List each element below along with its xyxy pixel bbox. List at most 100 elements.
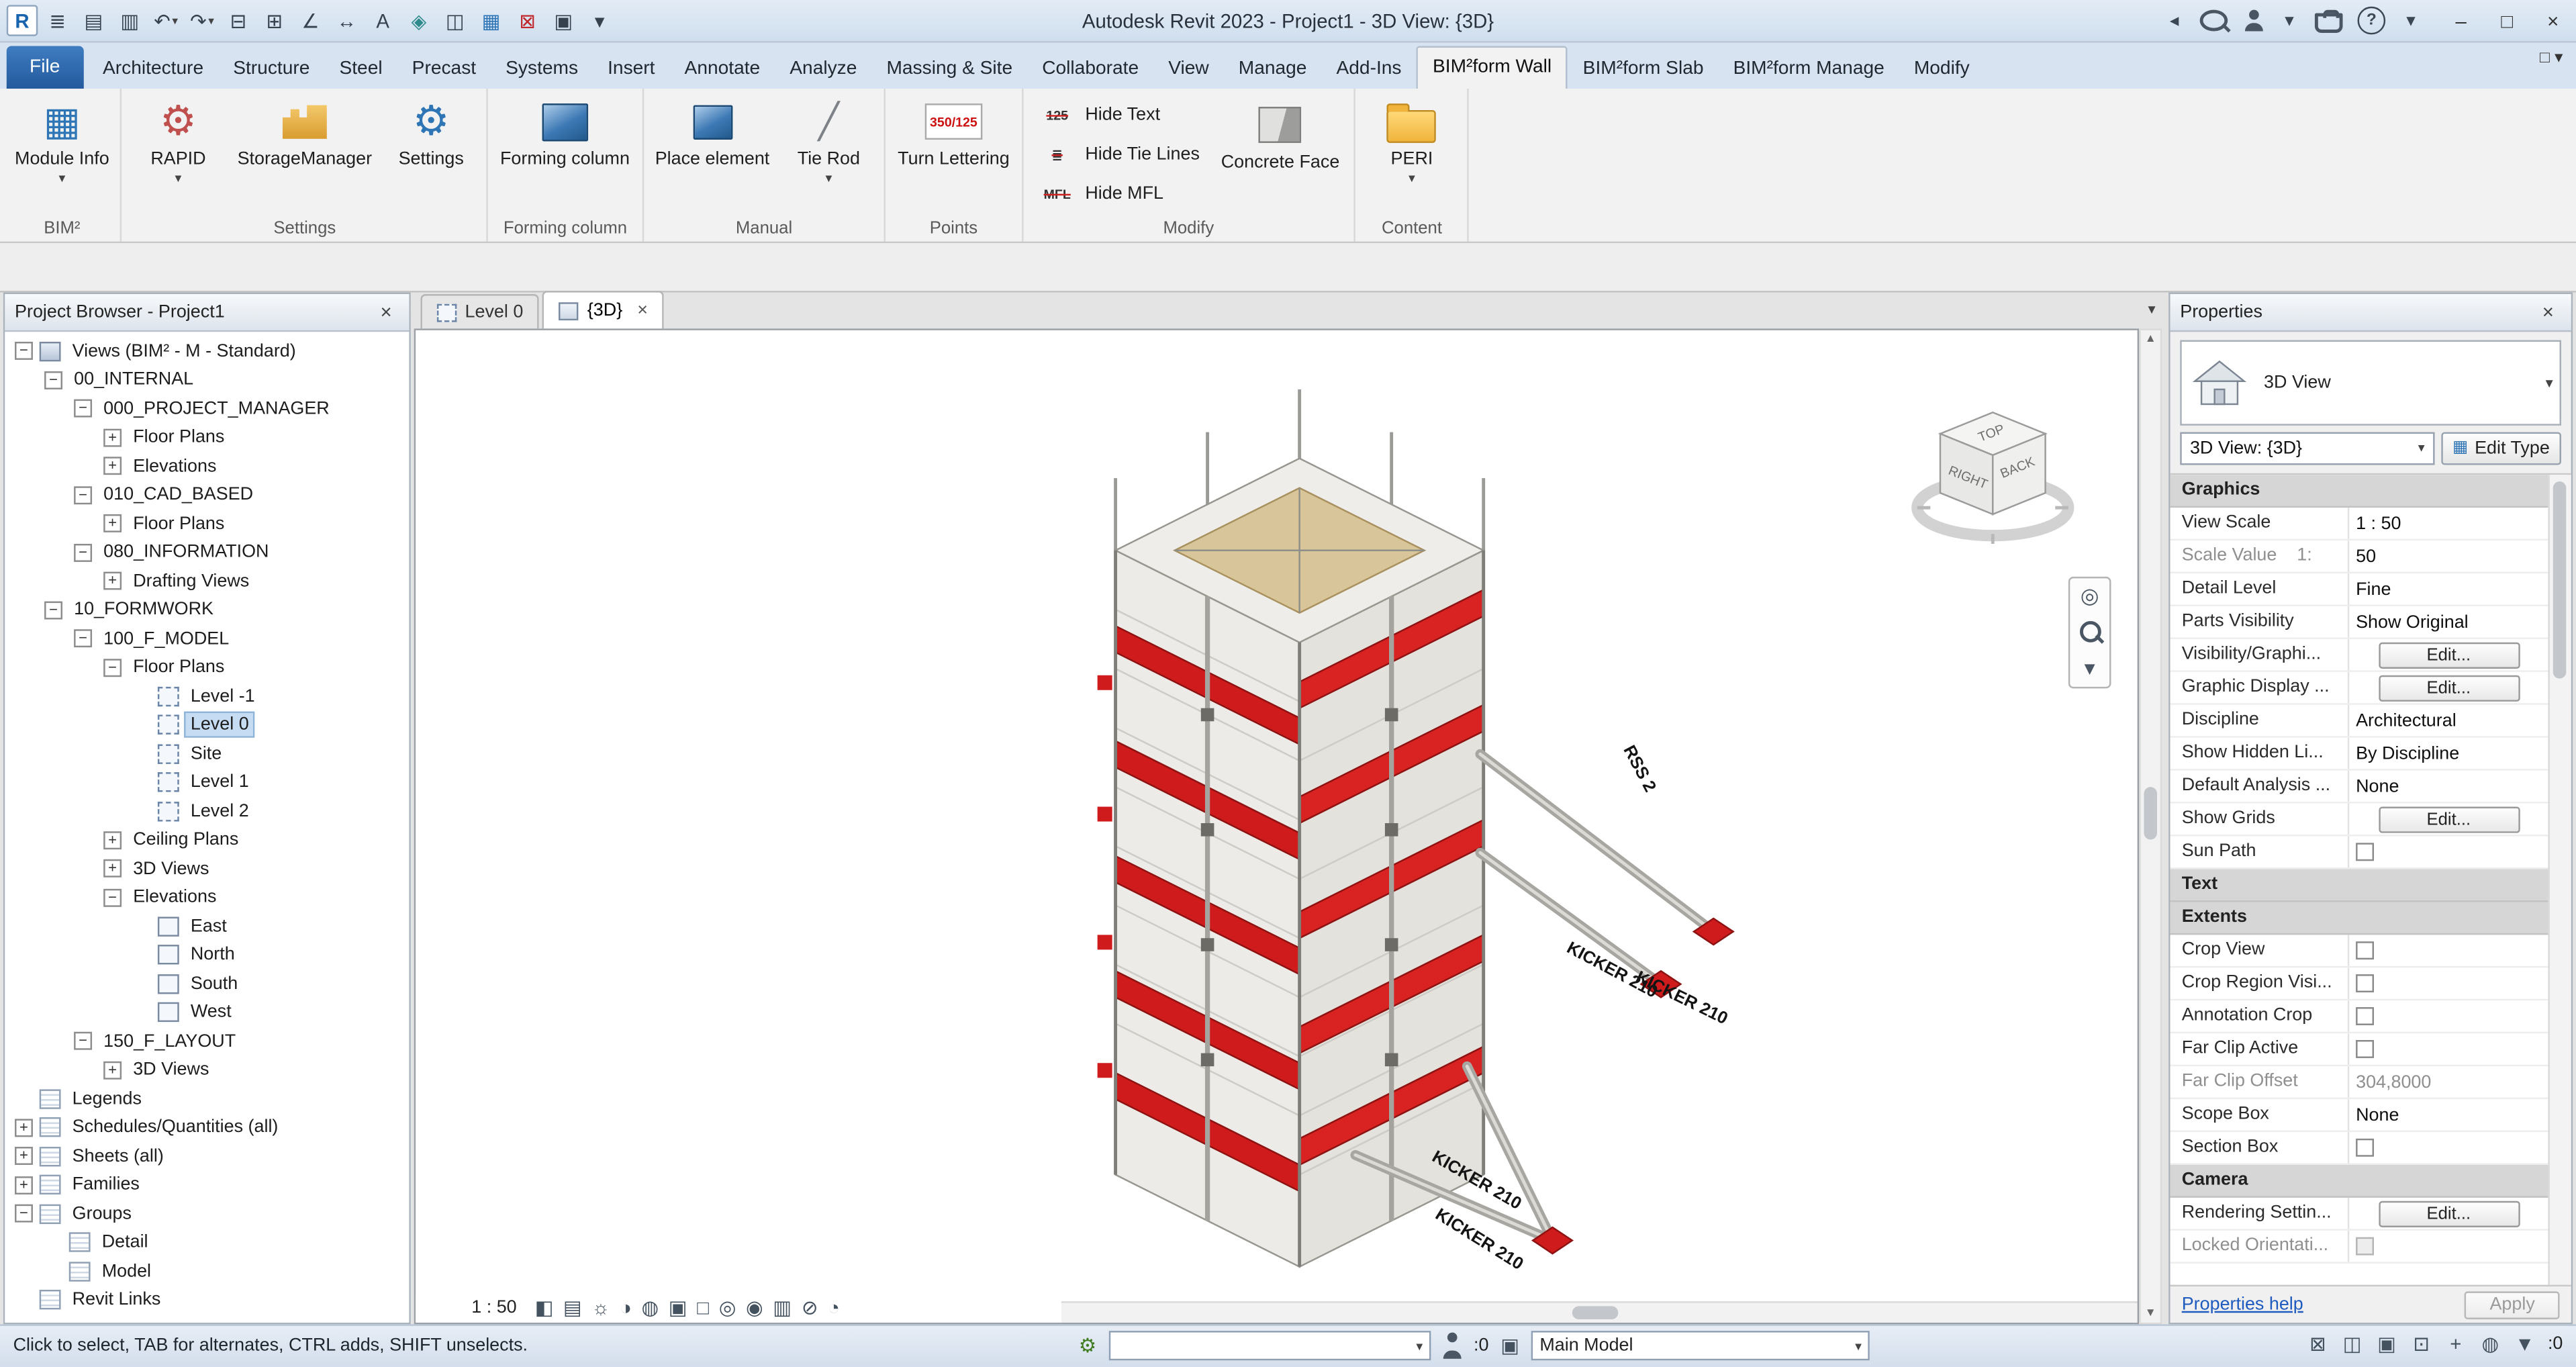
print-preview-icon[interactable]: ⊞	[258, 4, 291, 37]
navigation-bar-menu-icon[interactable]: ▾	[2073, 654, 2106, 684]
property-value[interactable]: 1 : 50 1 : 50	[2348, 508, 2548, 538]
undo-icon[interactable]: ↶▾	[150, 4, 183, 37]
temporary-hide-isolate-icon[interactable]: ◎	[719, 1297, 736, 1319]
open-icon[interactable]: ▤	[77, 4, 110, 37]
sign-in-icon[interactable]	[2242, 10, 2264, 32]
show-crop-region-icon[interactable]: □	[697, 1297, 709, 1319]
tree-item[interactable]: North	[5, 941, 409, 970]
ribbon-button[interactable]: StorageManager	[231, 92, 379, 217]
tree-item[interactable]: Level 1	[5, 768, 409, 797]
tree-item[interactable]: East	[5, 912, 409, 941]
crop-view-icon[interactable]: ▣	[669, 1297, 687, 1319]
shadows-icon[interactable]: ◑	[620, 1297, 632, 1319]
ribbon-button[interactable]: 350/125 Turn Lettering	[891, 92, 1016, 217]
ribbon-tab[interactable]: Steel	[324, 49, 397, 89]
zoom-icon[interactable]	[2079, 621, 2101, 643]
scroll-down-icon[interactable]: ▼	[2141, 1308, 2160, 1319]
ribbon-tab[interactable]: BIM²form Manage	[1719, 49, 1899, 89]
customize-qat-icon[interactable]: ▾	[583, 4, 616, 37]
worksharing-display-icon[interactable]: ◔	[828, 1297, 840, 1319]
tree-item[interactable]: + Drafting Views	[5, 567, 409, 596]
properties-help-link[interactable]: Properties help	[2182, 1294, 2303, 1314]
property-value[interactable]: Show Original Show Original	[2348, 606, 2548, 637]
tree-item[interactable]: West	[5, 998, 409, 1027]
tree-expander[interactable]: −	[74, 486, 92, 504]
property-value[interactable]: Fine Fine	[2348, 573, 2548, 604]
background-processes-icon[interactable]: ◍	[2479, 1331, 2501, 1357]
tree-item[interactable]: Revit Links	[5, 1286, 409, 1315]
ribbon-button[interactable]: PERI ▾	[1361, 92, 1463, 217]
tree-expander[interactable]	[133, 687, 151, 705]
ribbon-button[interactable]: Concrete Face	[1214, 95, 1346, 217]
tree-expander[interactable]: +	[103, 831, 122, 849]
close-icon[interactable]: ×	[2535, 301, 2561, 324]
tree-expander[interactable]: −	[15, 1205, 33, 1223]
revit-app-icon[interactable]: R	[7, 5, 38, 36]
property-value[interactable]: Edit... Edit...	[2348, 672, 2548, 703]
active-workset-select[interactable]: ▾	[1109, 1331, 1431, 1360]
tree-expander[interactable]	[133, 917, 151, 935]
tree-item[interactable]: Detail	[5, 1228, 409, 1257]
close-icon[interactable]: ×	[2530, 1, 2576, 40]
apply-button[interactable]: Apply	[2465, 1290, 2560, 1319]
ribbon-button[interactable]: ▦ Module Info ▾	[8, 92, 115, 217]
checkbox[interactable]	[2356, 1139, 2374, 1157]
tree-expander[interactable]	[133, 802, 151, 820]
properties-scrollbar-thumb[interactable]	[2553, 481, 2567, 679]
rendering-dialog-icon[interactable]: ◍	[642, 1297, 659, 1319]
save-icon[interactable]: ▥	[113, 4, 146, 37]
tree-expander[interactable]	[133, 946, 151, 964]
print-icon[interactable]: ⊟	[222, 4, 254, 37]
ribbon-tab[interactable]: Add-Ins	[1321, 49, 1416, 89]
tree-expander[interactable]: −	[44, 371, 62, 389]
tree-item[interactable]: Level 0	[5, 710, 409, 739]
vertical-scrollbar-thumb[interactable]	[2144, 787, 2157, 839]
ribbon-button[interactable]: ≣ Hide Tie Lines	[1028, 136, 1210, 173]
minimize-icon[interactable]: –	[2438, 1, 2484, 40]
redo-icon[interactable]: ↷▾	[186, 4, 219, 37]
type-selector[interactable]: 3D View: {3D} ▾	[2180, 431, 2434, 464]
drawing-area[interactable]: RSS 2 KICKER 210 KICKER 210 KICKER 210 K…	[414, 328, 2139, 1324]
text-icon[interactable]: A	[367, 4, 399, 37]
journal-icon[interactable]: ≣	[41, 4, 74, 37]
tab-close-icon[interactable]: ×	[637, 301, 648, 320]
filter-icon[interactable]: ▼	[2514, 1331, 2536, 1357]
tree-expander[interactable]	[15, 1090, 33, 1108]
property-value[interactable]	[2348, 1033, 2548, 1064]
ribbon-tab[interactable]: BIM²form Slab	[1568, 49, 1719, 89]
select-by-face-icon[interactable]: ⊡	[2410, 1331, 2432, 1357]
type-preview[interactable]: 3D View ▾	[2180, 340, 2561, 426]
tree-expander[interactable]: +	[103, 1061, 122, 1079]
tree-item[interactable]: Legends	[5, 1084, 409, 1113]
close-hidden-windows-icon[interactable]: ⊠	[511, 4, 544, 37]
view-tab[interactable]: Level 0	[420, 294, 539, 328]
worksets-icon[interactable]: ⚙	[1076, 1333, 1099, 1359]
tree-expander[interactable]	[44, 1262, 62, 1280]
ribbon-tab[interactable]: Precast	[397, 49, 491, 89]
tree-item[interactable]: Site	[5, 739, 409, 768]
scale-button[interactable]: 1 : 50	[471, 1298, 516, 1317]
ribbon-tab[interactable]: Manage	[1224, 49, 1322, 89]
tree-expander[interactable]: +	[15, 1147, 33, 1166]
select-underlay-icon[interactable]: ◫	[2341, 1331, 2364, 1357]
ribbon-button[interactable]: 125 Hide Text	[1028, 97, 1210, 133]
tree-expander[interactable]	[15, 1291, 33, 1309]
temporary-view-properties-icon[interactable]: ▥	[773, 1297, 792, 1319]
ribbon-tab[interactable]: Modify	[1899, 49, 1985, 89]
hide-analytical-model-icon[interactable]: ⊘	[802, 1297, 818, 1319]
tree-item[interactable]: + Floor Plans	[5, 423, 409, 452]
ribbon-button[interactable]: ╱ Tie Rod ▾	[778, 92, 880, 217]
tree-item[interactable]: − 010_CAD_BASED	[5, 481, 409, 510]
edit-button[interactable]: Edit...	[2378, 675, 2519, 701]
tree-item[interactable]: South	[5, 970, 409, 998]
property-value[interactable]	[2348, 1000, 2548, 1031]
full-navigation-wheel-icon[interactable]: ◎	[2073, 581, 2106, 611]
tree-item[interactable]: Level 2	[5, 797, 409, 826]
tree-item[interactable]: + Schedules/Quantities (all)	[5, 1113, 409, 1142]
ribbon-tab[interactable]: BIM²form Wall	[1417, 46, 1568, 89]
chevron-down-icon[interactable]: ▾	[2546, 374, 2553, 392]
tree-item[interactable]: + Sheets (all)	[5, 1142, 409, 1171]
design-options-select[interactable]: Main Model ▾	[1531, 1331, 1870, 1360]
tree-item[interactable]: − Groups	[5, 1199, 409, 1228]
property-value[interactable]: Edit... Edit...	[2348, 804, 2548, 835]
